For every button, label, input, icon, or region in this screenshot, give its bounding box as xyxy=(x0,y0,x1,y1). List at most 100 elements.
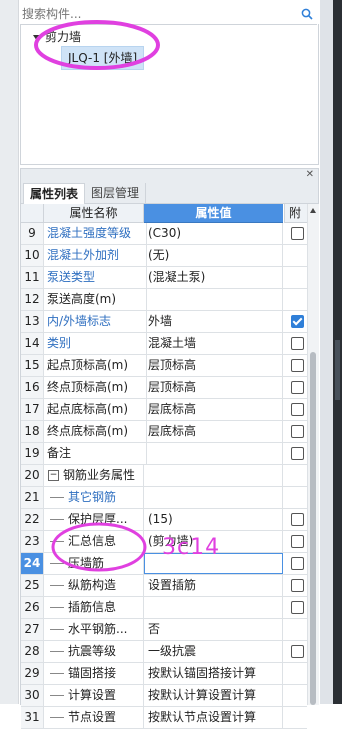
property-value-field[interactable] xyxy=(144,465,283,486)
table-row[interactable]: 15 起点顶标高(m) 层顶标高 xyxy=(21,355,307,377)
tab-property-list[interactable]: 属性列表 xyxy=(23,183,86,204)
row-number: 21 xyxy=(21,487,44,508)
attach-checkbox[interactable] xyxy=(291,381,304,394)
scroll-up-icon[interactable] xyxy=(310,208,316,213)
property-value-field[interactable]: 层底标高 xyxy=(144,399,283,420)
attach-checkbox[interactable] xyxy=(291,579,304,592)
property-name-label: 起点顶标高(m) xyxy=(47,358,129,372)
property-value-field[interactable] xyxy=(144,443,283,464)
attach-checkbox[interactable] xyxy=(291,645,304,658)
attach-cell xyxy=(284,289,307,310)
property-value-field[interactable]: 按默认节点设置计算 xyxy=(144,707,283,728)
property-value-field[interactable] xyxy=(144,487,283,508)
attach-cell xyxy=(284,707,307,728)
property-value-field[interactable]: (混凝土泵) xyxy=(144,267,283,288)
attach-checkbox[interactable] xyxy=(291,513,304,526)
row-number: 20 xyxy=(21,465,44,486)
attach-cell xyxy=(284,311,307,332)
attach-checkbox[interactable] xyxy=(291,557,304,570)
property-value-field[interactable]: (C30) xyxy=(144,223,283,244)
table-row[interactable]: 16 终点顶标高(m) 层顶标高 xyxy=(21,377,307,399)
table-row[interactable]: 9 混凝土强度等级 (C30) xyxy=(21,223,307,245)
splitter-bar[interactable] xyxy=(333,0,342,704)
header-property-name: 属性名称 xyxy=(44,204,144,223)
close-icon[interactable]: ✕ xyxy=(306,169,314,180)
table-row[interactable]: 12 泵送高度(m) xyxy=(21,289,307,311)
property-name-label: 插筋信息 xyxy=(68,600,117,614)
attach-checkbox[interactable] xyxy=(291,447,304,460)
property-name: 泵送类型 xyxy=(44,267,147,288)
property-value-field[interactable]: (无) xyxy=(144,245,283,266)
table-row[interactable]: 31 节点设置 按默认节点设置计算 xyxy=(21,707,307,729)
table-row[interactable]: 17 起点底标高(m) 层底标高 xyxy=(21,399,307,421)
property-value-field[interactable]: 层顶标高 xyxy=(144,377,283,398)
property-value-field[interactable] xyxy=(144,289,283,310)
attach-checkbox[interactable] xyxy=(291,535,304,548)
table-row[interactable]: 10 混凝土外加剂 (无) xyxy=(21,245,307,267)
row-number: 9 xyxy=(21,223,44,244)
attach-cell xyxy=(284,223,307,244)
attach-cell xyxy=(284,597,307,618)
row-number: 28 xyxy=(21,641,44,662)
attach-checkbox[interactable] xyxy=(291,403,304,416)
splitter-grip[interactable] xyxy=(335,340,340,400)
collapse-icon[interactable]: − xyxy=(48,470,59,481)
property-panel: ✕ 属性列表 图层管理 属性名称 属性值 附 9 混凝土强度等级 (C30) 10 混凝… xyxy=(20,168,319,729)
property-name: 锚固搭接 xyxy=(44,663,144,684)
property-value-field[interactable]: 层顶标高 xyxy=(144,355,283,376)
attach-checkbox[interactable] xyxy=(291,337,304,350)
search-icon[interactable] xyxy=(301,8,313,20)
table-row[interactable]: 29 锚固搭接 按默认锚固搭接计算 xyxy=(21,663,307,685)
table-row[interactable]: 25 纵筋构造 设置插筋 xyxy=(21,575,307,597)
property-value-field[interactable]: 设置插筋 xyxy=(144,575,283,596)
property-name: 抗震等级 xyxy=(44,641,144,662)
header-property-value: 属性值 xyxy=(144,204,283,223)
table-row[interactable]: 21 其它钢筋 xyxy=(21,487,307,509)
property-name-label: 锚固搭接 xyxy=(68,666,117,680)
table-row[interactable]: 11 泵送类型 (混凝土泵) xyxy=(21,267,307,289)
attach-cell xyxy=(284,377,307,398)
tab-layer-management[interactable]: 图层管理 xyxy=(85,183,147,203)
attach-cell xyxy=(284,619,307,640)
property-value-field[interactable]: 层底标高 xyxy=(144,421,283,442)
table-row[interactable]: 13 内/外墙标志 外墙 xyxy=(21,311,307,333)
property-value-field[interactable]: 混凝土墙 xyxy=(144,333,283,354)
property-value-field[interactable] xyxy=(144,597,283,618)
attach-checkbox[interactable] xyxy=(291,425,304,438)
property-name: 类别 xyxy=(44,333,147,354)
tree-line xyxy=(50,651,64,652)
tree-line xyxy=(50,607,64,608)
property-name: 起点顶标高(m) xyxy=(44,355,147,376)
attach-checkbox[interactable] xyxy=(291,315,304,328)
vertical-scrollbar[interactable] xyxy=(307,204,319,705)
property-value-field[interactable]: 否 xyxy=(144,619,283,640)
attach-checkbox[interactable] xyxy=(291,227,304,240)
property-name-label: 混凝土外加剂 xyxy=(47,248,120,262)
property-value-field[interactable]: 一级抗震 xyxy=(144,641,283,662)
property-name-label: 内/外墙标志 xyxy=(47,314,112,328)
table-row[interactable]: 18 终点底标高(m) 层底标高 xyxy=(21,421,307,443)
property-value-field[interactable]: 外墙 xyxy=(144,311,283,332)
row-number: 31 xyxy=(21,707,44,728)
table-row[interactable]: 19 备注 xyxy=(21,443,307,465)
table-row[interactable]: 20− 钢筋业务属性 xyxy=(21,465,307,487)
attach-cell xyxy=(284,685,307,706)
property-value-field[interactable]: 按默认锚固搭接计算 xyxy=(144,663,283,684)
property-name: 插筋信息 xyxy=(44,597,144,618)
tree-line xyxy=(50,695,64,696)
property-value-field[interactable]: 按默认计算设置计算 xyxy=(144,685,283,706)
property-name-label: 终点底标高(m) xyxy=(47,424,129,438)
table-row[interactable]: 26 插筋信息 xyxy=(21,597,307,619)
scroll-thumb[interactable] xyxy=(310,352,316,705)
table-row[interactable]: 27 水平钢筋... 否 xyxy=(21,619,307,641)
property-name: − 钢筋业务属性 xyxy=(44,465,144,486)
attach-checkbox[interactable] xyxy=(291,359,304,372)
property-name: 节点设置 xyxy=(44,707,144,728)
property-name: 终点顶标高(m) xyxy=(44,377,147,398)
table-row[interactable]: 28 抗震等级 一级抗震 xyxy=(21,641,307,663)
table-row[interactable]: 14 类别 混凝土墙 xyxy=(21,333,307,355)
property-value-field[interactable]: (15) xyxy=(144,509,283,530)
attach-checkbox[interactable] xyxy=(291,601,304,614)
tree-line xyxy=(50,629,64,630)
row-number: 29 xyxy=(21,663,44,684)
